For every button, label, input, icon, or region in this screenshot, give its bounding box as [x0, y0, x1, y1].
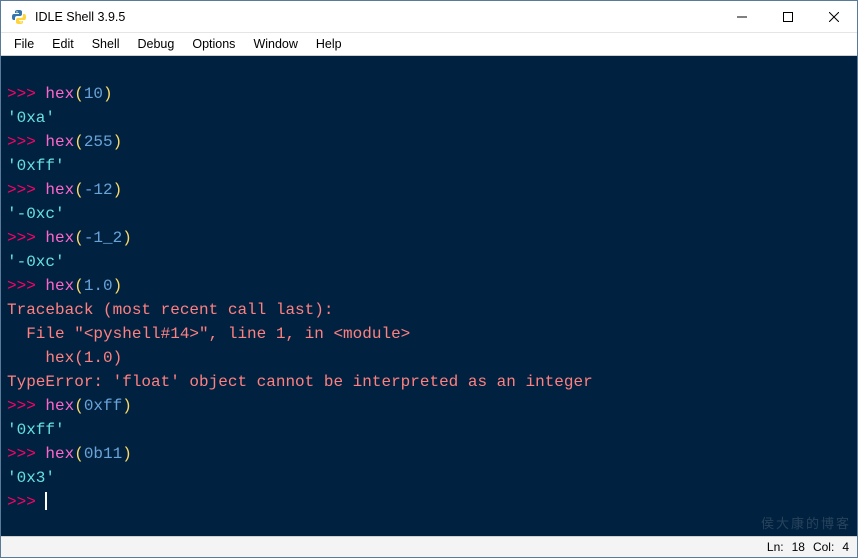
- line-label: Ln:: [767, 540, 784, 554]
- token-punct: (: [74, 445, 84, 463]
- token-punct: (: [74, 133, 84, 151]
- token-func: hex: [45, 277, 74, 295]
- token-prompt: >>>: [7, 397, 45, 415]
- token-punct: ): [122, 229, 132, 247]
- token-punct: ): [122, 445, 132, 463]
- token-prompt: >>>: [7, 85, 45, 103]
- token-str: '-0xc': [7, 253, 65, 271]
- token-err: Traceback (most recent call last):: [7, 301, 333, 319]
- token-punct: (: [74, 181, 84, 199]
- titlebar: IDLE Shell 3.9.5: [1, 1, 857, 33]
- menubar: FileEditShellDebugOptionsWindowHelp: [1, 33, 857, 56]
- token-num: 10: [84, 85, 103, 103]
- token-str: '-0xc': [7, 205, 65, 223]
- shell-line: >>> hex(-12): [7, 178, 851, 202]
- token-num: 0xff: [84, 397, 122, 415]
- token-func: hex: [45, 181, 74, 199]
- token-func: hex: [45, 133, 74, 151]
- token-punct: (: [74, 277, 84, 295]
- shell-line: >>>: [7, 490, 851, 514]
- minimize-button[interactable]: [719, 1, 765, 32]
- col-label: Col:: [813, 540, 834, 554]
- token-prompt: >>>: [7, 493, 45, 511]
- shell-line: hex(1.0): [7, 346, 851, 370]
- shell-line: '0x3': [7, 466, 851, 490]
- shell-line: >>> hex(10): [7, 82, 851, 106]
- shell-line: >>> hex(0b11): [7, 442, 851, 466]
- token-func: hex: [45, 445, 74, 463]
- token-func: hex: [45, 229, 74, 247]
- watermark: 侯大康的博客: [761, 512, 851, 536]
- token-punct: (: [74, 397, 84, 415]
- shell-line: >>> hex(1.0): [7, 274, 851, 298]
- menu-shell[interactable]: Shell: [83, 35, 129, 53]
- token-punct: ): [113, 181, 123, 199]
- shell-line: '-0xc': [7, 202, 851, 226]
- line-number: 18: [792, 540, 805, 554]
- token-prompt: >>>: [7, 229, 45, 247]
- shell-line: File "<pyshell#14>", line 1, in <module>: [7, 322, 851, 346]
- token-num: -1_2: [84, 229, 122, 247]
- token-str: '0xa': [7, 109, 55, 127]
- token-num: 1.0: [84, 277, 113, 295]
- menu-help[interactable]: Help: [307, 35, 351, 53]
- window-controls: [719, 1, 857, 32]
- col-number: 4: [842, 540, 849, 554]
- shell-line: Traceback (most recent call last):: [7, 298, 851, 322]
- text-cursor: [45, 492, 47, 510]
- close-button[interactable]: [811, 1, 857, 32]
- token-punct: (: [74, 85, 84, 103]
- menu-window[interactable]: Window: [244, 35, 306, 53]
- token-prompt: >>>: [7, 133, 45, 151]
- shell-line: '0xff': [7, 418, 851, 442]
- menu-file[interactable]: File: [5, 35, 43, 53]
- shell-line: >>> hex(0xff): [7, 394, 851, 418]
- token-str: '0xff': [7, 421, 65, 439]
- token-punct: ): [122, 397, 132, 415]
- shell-line: '-0xc': [7, 250, 851, 274]
- token-err: hex(1.0): [7, 349, 122, 367]
- token-punct: ): [113, 133, 123, 151]
- token-num: 255: [84, 133, 113, 151]
- menu-options[interactable]: Options: [183, 35, 244, 53]
- token-punct: (: [74, 229, 84, 247]
- shell-line: >>> hex(255): [7, 130, 851, 154]
- token-err: TypeError: 'float' object cannot be inte…: [7, 373, 593, 391]
- window-title: IDLE Shell 3.9.5: [35, 10, 719, 24]
- shell-line: '0xff': [7, 154, 851, 178]
- menu-edit[interactable]: Edit: [43, 35, 83, 53]
- token-prompt: >>>: [7, 277, 45, 295]
- token-str: '0x3': [7, 469, 55, 487]
- maximize-button[interactable]: [765, 1, 811, 32]
- shell-line: '0xa': [7, 106, 851, 130]
- menu-debug[interactable]: Debug: [129, 35, 184, 53]
- python-icon: [11, 9, 27, 25]
- token-num: -12: [84, 181, 113, 199]
- token-func: hex: [45, 397, 74, 415]
- token-punct: ): [113, 277, 123, 295]
- statusbar: Ln: 18 Col: 4: [1, 536, 857, 557]
- shell-line: TypeError: 'float' object cannot be inte…: [7, 370, 851, 394]
- token-str: '0xff': [7, 157, 65, 175]
- token-punct: ): [103, 85, 113, 103]
- token-num: 0b11: [84, 445, 122, 463]
- shell-line: >>> hex(-1_2): [7, 226, 851, 250]
- token-err: File "<pyshell#14>", line 1, in <module>: [7, 325, 410, 343]
- token-prompt: >>>: [7, 445, 45, 463]
- token-prompt: >>>: [7, 181, 45, 199]
- shell-editor[interactable]: >>> hex(10)'0xa'>>> hex(255)'0xff'>>> he…: [1, 56, 857, 536]
- token-func: hex: [45, 85, 74, 103]
